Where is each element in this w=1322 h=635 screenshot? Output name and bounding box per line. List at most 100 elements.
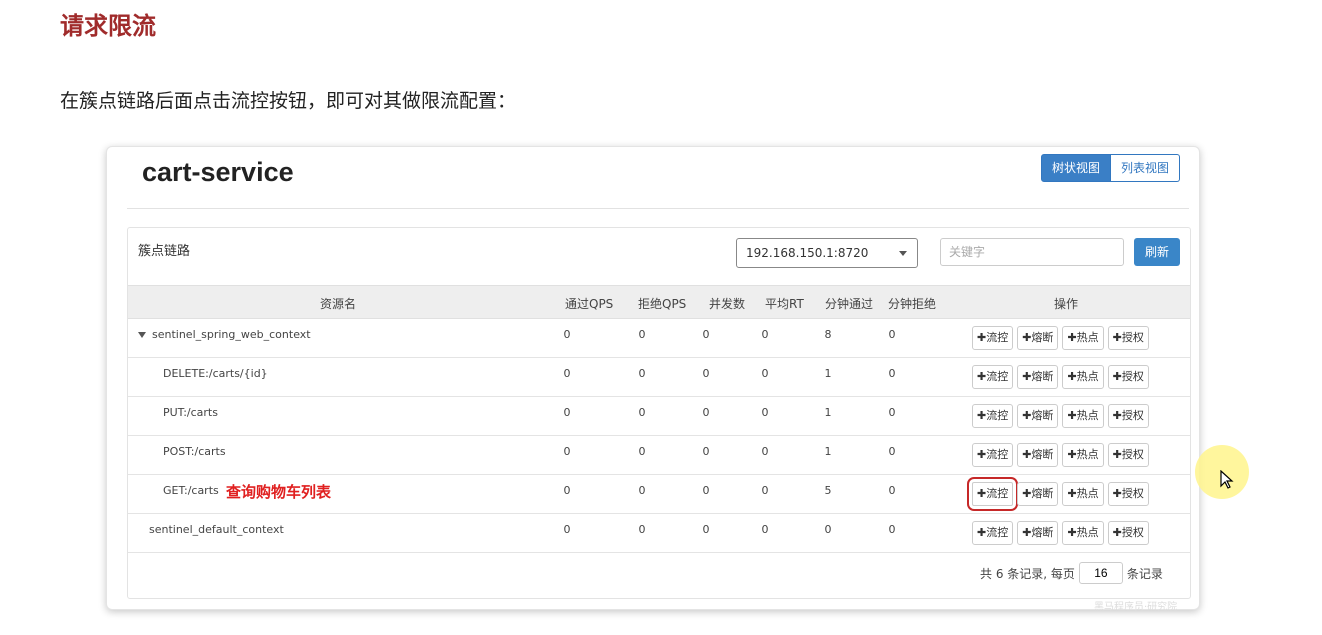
col-block-qps: 拒绝QPS [638,297,687,311]
cell-threads: 0 [702,367,710,380]
machine-select[interactable]: 192.168.150.1:8720 [736,238,918,268]
sentinel-panel: cart-service 树状视图 列表视图 簇点链路 192.168.150.… [106,146,1200,610]
flow-control-button[interactable]: ✚流控 [972,443,1014,467]
cell-minute-block: 0 [888,484,896,497]
table-row: GET:/carts 查询购物车列表 0 0 0 0 5 0 ✚流控 ✚熔断 ✚热点 ✚授权 [128,475,1190,514]
cell-avg-rt: 0 [761,523,769,536]
resource-name: PUT:/carts [163,406,218,419]
hot-param-button[interactable]: ✚热点 [1062,326,1104,350]
degrade-button[interactable]: ✚熔断 [1017,482,1059,506]
flow-control-button[interactable]: ✚流控 [972,404,1014,428]
table-body: sentinel_spring_web_context 0 0 0 0 8 0 ✚流控 ✚熔断 ✚… [128,319,1190,553]
doc-title: 请求限流 [60,12,156,40]
degrade-button[interactable]: ✚熔断 [1017,521,1059,545]
resource-name-cell: POST:/carts [163,445,226,458]
hot-param-button[interactable]: ✚热点 [1062,521,1104,545]
col-threads: 并发数 [709,297,746,311]
cell-minute-block: 0 [888,445,896,458]
hot-param-button[interactable]: ✚热点 [1062,443,1104,467]
cell-minute-pass: 8 [824,328,832,341]
resource-name-cell: sentinel_default_context [149,523,284,536]
resource-name: sentinel_default_context [149,523,284,536]
cell-avg-rt: 0 [761,445,769,458]
search-input[interactable] [940,238,1124,266]
hot-param-button[interactable]: ✚热点 [1062,404,1104,428]
flow-control-button[interactable]: ✚流控 [972,521,1014,545]
cell-pass-qps: 0 [563,445,571,458]
pager: 共 6 条记录, 每页 条记录 [980,562,1163,584]
col-minute-block: 分钟拒绝 [888,297,937,311]
list-view-button[interactable]: 列表视图 [1111,154,1181,182]
cell-block-qps: 0 [638,328,646,341]
table-header: 资源名 通过QPS 拒绝QPS 并发数 平均RT 分钟通过 分钟拒绝 操作 [128,285,1190,319]
collapse-caret-icon[interactable] [138,332,146,338]
cell-minute-block: 0 [888,406,896,419]
hot-param-button[interactable]: ✚热点 [1062,365,1104,389]
authority-button[interactable]: ✚授权 [1107,443,1149,467]
doc-paragraph: 在簇点链路后面点击流控按钮，即可对其做限流配置： [60,90,517,112]
watermark: 黑马程序员·研究院 [1094,602,1178,613]
cell-pass-qps: 0 [563,406,571,419]
machine-select-value: 192.168.150.1:8720 [746,246,869,260]
row-actions: ✚流控 ✚熔断 ✚热点 ✚授权 [972,521,1149,545]
cell-minute-pass: 1 [824,406,832,419]
cell-block-qps: 0 [638,445,646,458]
service-title: cart-service [142,157,294,187]
authority-button[interactable]: ✚授权 [1107,482,1149,506]
cell-block-qps: 0 [638,406,646,419]
resource-name: GET:/carts [163,484,219,497]
refresh-button[interactable]: 刷新 [1134,238,1180,266]
col-avg-rt: 平均RT [765,297,804,311]
cell-minute-block: 0 [888,523,896,536]
table-row: PUT:/carts 0 0 0 0 1 0 ✚流控 ✚熔断 ✚热点 ✚授权 [128,397,1190,436]
authority-button[interactable]: ✚授权 [1107,326,1149,350]
resource-name: POST:/carts [163,445,226,458]
table-row: sentinel_default_context 0 0 0 0 0 0 ✚流控 ✚熔断 ✚热点 ✚… [128,514,1190,553]
view-toggle: 树状视图 列表视图 [1041,154,1181,182]
degrade-button[interactable]: ✚熔断 [1017,443,1059,467]
chevron-down-icon [899,251,907,256]
cell-block-qps: 0 [638,523,646,536]
pager-prefix: 共 6 条记录, 每页 [980,566,1075,581]
resource-name: sentinel_spring_web_context [152,328,311,341]
degrade-button[interactable]: ✚熔断 [1017,326,1059,350]
cell-threads: 0 [702,406,710,419]
authority-button[interactable]: ✚授权 [1107,365,1149,389]
cell-threads: 0 [702,445,710,458]
cell-pass-qps: 0 [563,523,571,536]
row-actions: ✚流控 ✚熔断 ✚热点 ✚授权 [972,326,1149,350]
table-row: POST:/carts 0 0 0 0 1 0 ✚流控 ✚熔断 ✚热点 ✚授权 [128,436,1190,475]
pager-suffix: 条记录 [1126,566,1163,581]
row-actions: ✚流控 ✚熔断 ✚热点 ✚授权 [972,365,1149,389]
flow-control-button[interactable]: ✚流控 [966,477,1019,511]
cell-pass-qps: 0 [563,328,571,341]
resource-name-cell: PUT:/carts [163,406,218,419]
cell-avg-rt: 0 [761,484,769,497]
degrade-button[interactable]: ✚熔断 [1017,365,1059,389]
divider [127,208,1189,209]
cell-minute-pass: 1 [824,367,832,380]
cell-avg-rt: 0 [761,328,769,341]
cell-avg-rt: 0 [761,406,769,419]
table-row: DELETE:/carts/{id} 0 0 0 0 1 0 ✚流控 ✚熔断 ✚热点 ✚授权 [128,358,1190,397]
tree-view-button[interactable]: 树状视图 [1041,154,1112,182]
resource-table: 资源名 通过QPS 拒绝QPS 并发数 平均RT 分钟通过 分钟拒绝 操作 se… [128,285,1190,553]
col-minute-pass: 分钟通过 [825,297,874,311]
resource-name-cell: sentinel_spring_web_context [138,328,311,341]
row-actions: ✚流控 ✚熔断 ✚热点 ✚授权 [972,443,1149,467]
authority-button[interactable]: ✚授权 [1107,404,1149,428]
cell-minute-block: 0 [888,367,896,380]
flow-control-button[interactable]: ✚流控 [972,326,1014,350]
authority-button[interactable]: ✚授权 [1107,521,1149,545]
cell-block-qps: 0 [638,367,646,380]
col-resource: 资源名 [320,297,357,311]
hot-param-button[interactable]: ✚热点 [1062,482,1104,506]
row-actions: ✚流控 ✚熔断 ✚热点 ✚授权 [966,477,1149,511]
page-size-input[interactable] [1078,562,1123,584]
cell-minute-pass: 0 [824,523,832,536]
flow-control-button[interactable]: ✚流控 [972,365,1014,389]
degrade-button[interactable]: ✚熔断 [1017,404,1059,428]
cell-pass-qps: 0 [563,367,571,380]
col-actions: 操作 [1054,297,1079,311]
mouse-cursor-icon [1220,470,1234,489]
